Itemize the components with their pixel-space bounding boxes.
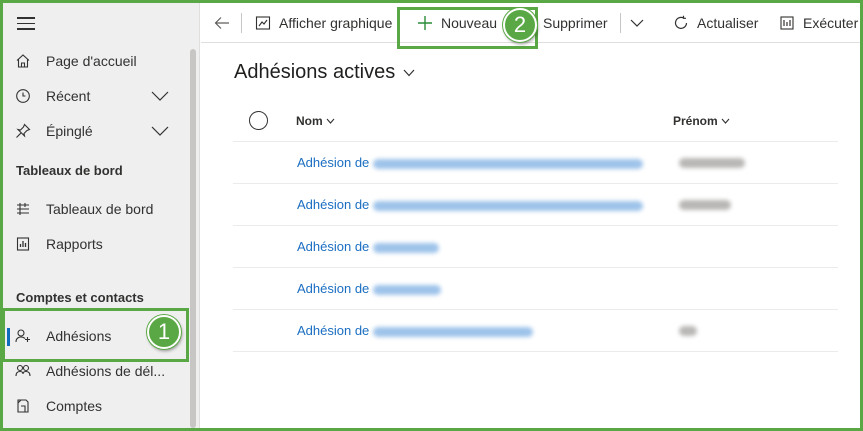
sidebar-item-reports[interactable]: Rapports — [3, 229, 191, 259]
redacted-text — [373, 284, 442, 295]
refresh-label: Actualiser — [697, 15, 759, 31]
people-icon — [15, 364, 31, 377]
sidebar-scrollbar[interactable] — [190, 49, 196, 428]
toolbar-divider — [241, 13, 242, 33]
record-link-text: Adhésion de — [297, 281, 370, 296]
sidebar-item-home[interactable]: Page d'accueil — [3, 46, 191, 76]
clock-icon — [16, 89, 30, 103]
home-icon — [16, 54, 30, 68]
chevron-down-icon — [326, 118, 335, 124]
sidebar-item-label: Adhésions de dél... — [46, 363, 166, 379]
sidebar-item-label: Rapports — [46, 236, 103, 252]
record-link[interactable]: Adhésion de — [297, 155, 644, 170]
chevron-down-icon — [630, 19, 644, 27]
delete-label: Supprimer — [543, 15, 608, 31]
run-label: Exécuter — [803, 15, 859, 31]
section-title-accounts: Comptes et contacts — [16, 290, 144, 305]
sidebar-item-label: Récent — [46, 88, 91, 104]
redacted-text — [373, 200, 644, 211]
chevron-down-icon — [403, 69, 415, 76]
column-header-first-name[interactable]: Prénom — [673, 114, 730, 128]
redacted-text — [373, 326, 534, 337]
column-header-label: Prénom — [673, 114, 718, 128]
view-selector[interactable]: Adhésions actives — [234, 61, 415, 84]
record-link[interactable]: Adhésion de — [297, 281, 442, 296]
dashboard-icon — [17, 203, 29, 215]
table-row[interactable]: Adhésion de — [233, 268, 838, 310]
refresh-icon — [674, 15, 688, 29]
sidebar-item-label: Comptes — [46, 398, 103, 414]
redacted-text — [679, 158, 745, 168]
chevron-down-icon[interactable] — [151, 89, 169, 103]
redacted-text — [373, 242, 440, 253]
record-link-text: Adhésion de — [297, 323, 370, 338]
sidebar-item-label: Tableaux de bord — [46, 201, 154, 217]
grid-header: Nom Prénom — [233, 100, 838, 142]
redacted-text — [373, 158, 644, 169]
record-link-text: Adhésion de — [297, 155, 370, 170]
sidebar-item-accounts[interactable]: Comptes — [3, 391, 191, 421]
run-button[interactable]: Exécuter — [779, 3, 858, 43]
redacted-text — [679, 326, 697, 336]
sidebar-item-pinned[interactable]: Épinglé — [3, 116, 191, 146]
sidebar-item-label: Épinglé — [46, 123, 93, 139]
table-row[interactable]: Adhésion de — [233, 184, 838, 226]
table-row[interactable]: Adhésion de — [233, 142, 838, 184]
report-icon — [16, 237, 30, 251]
accounts-icon — [17, 399, 29, 413]
more-commands-button[interactable] — [630, 3, 652, 43]
record-link[interactable]: Adhésion de — [297, 197, 644, 212]
show-chart-label: Afficher graphique — [279, 15, 393, 31]
step-badge-1: 1 — [147, 315, 181, 349]
record-link[interactable]: Adhésion de — [297, 323, 534, 338]
pin-icon — [16, 123, 31, 138]
show-chart-button[interactable]: Afficher graphique — [255, 3, 392, 43]
arrow-left-icon — [214, 17, 229, 29]
chevron-down-icon — [721, 118, 730, 124]
record-link[interactable]: Adhésion de — [297, 239, 440, 254]
step-badge-2: 2 — [503, 8, 537, 42]
section-title-dashboards: Tableaux de bord — [16, 163, 123, 178]
column-header-name[interactable]: Nom — [296, 114, 335, 128]
select-all-checkbox[interactable] — [249, 111, 268, 130]
record-link-text: Adhésion de — [297, 197, 370, 212]
column-header-label: Nom — [296, 114, 323, 128]
toolbar-divider — [620, 13, 621, 33]
record-link-text: Adhésion de — [297, 239, 370, 254]
hamburger-menu-icon[interactable] — [17, 17, 35, 31]
sidebar: Page d'accueil Récent Épinglé Tableaux d… — [3, 3, 200, 428]
chart-icon — [255, 16, 271, 30]
refresh-button[interactable]: Actualiser — [673, 3, 758, 43]
sidebar-item-label: Page d'accueil — [46, 53, 137, 69]
table-row[interactable]: Adhésion de — [233, 226, 838, 268]
page-title: Adhésions actives — [234, 61, 396, 83]
flow-icon — [780, 16, 794, 30]
back-button[interactable] — [214, 3, 238, 43]
sidebar-item-recent[interactable]: Récent — [3, 81, 191, 111]
redacted-text — [679, 200, 731, 210]
table-row[interactable]: Adhésion de — [233, 310, 838, 352]
sidebar-item-dashboards[interactable]: Tableaux de bord — [3, 194, 191, 224]
delete-button[interactable]: Supprimer — [543, 3, 608, 43]
chevron-down-icon[interactable] — [151, 124, 169, 138]
